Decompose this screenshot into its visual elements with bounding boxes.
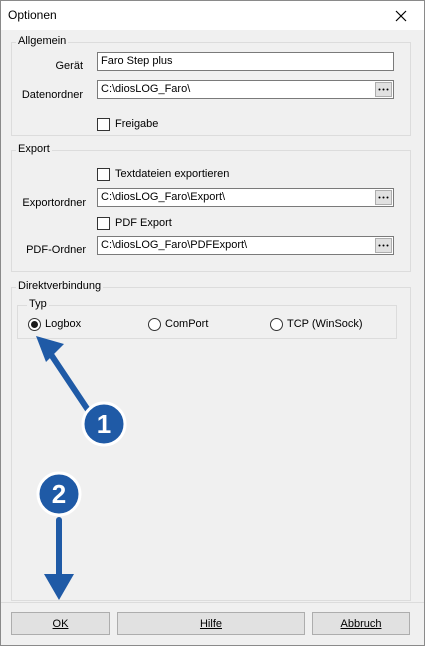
datenordner-label: Datenordner xyxy=(21,89,83,101)
exportordner-browse-button[interactable] xyxy=(375,190,392,205)
abbruch-button-label: Abbruch xyxy=(340,617,382,630)
radio-comport[interactable] xyxy=(148,318,161,331)
title-bar: Optionen xyxy=(1,1,424,30)
datenordner-input[interactable]: C:\diosLOG_Faro\ xyxy=(97,80,394,99)
group-typ-legend: Typ xyxy=(27,298,49,310)
hilfe-button-label: Hilfe xyxy=(199,617,222,630)
exportordner-input[interactable]: C:\diosLOG_Faro\Export\ xyxy=(97,188,394,207)
radio-logbox-label[interactable]: Logbox xyxy=(45,318,81,330)
freigabe-checkbox[interactable] xyxy=(97,118,110,131)
ellipsis-icon xyxy=(378,88,389,91)
textdateien-label[interactable]: Textdateien exportieren xyxy=(115,168,229,180)
radio-tcp-winsock[interactable] xyxy=(270,318,283,331)
ellipsis-icon xyxy=(378,196,389,199)
radio-comport-label[interactable]: ComPort xyxy=(165,318,208,330)
footer-separator xyxy=(1,602,424,603)
ellipsis-icon xyxy=(378,244,389,247)
radio-logbox[interactable] xyxy=(28,318,41,331)
group-direktverbindung-legend: Direktverbindung xyxy=(16,280,104,292)
datenordner-browse-button[interactable] xyxy=(375,82,392,97)
radio-tcp-winsock-label[interactable]: TCP (WinSock) xyxy=(287,318,363,330)
exportordner-label: Exportordner xyxy=(22,197,86,209)
ok-button[interactable]: OK xyxy=(11,612,110,635)
pdf-export-label[interactable]: PDF Export xyxy=(115,217,172,229)
textdateien-checkbox[interactable] xyxy=(97,168,110,181)
freigabe-label[interactable]: Freigabe xyxy=(115,118,158,130)
group-allgemein-legend: Allgemein xyxy=(16,35,69,47)
close-icon xyxy=(395,10,407,21)
window-title: Optionen xyxy=(8,8,57,22)
pdf-ordner-browse-button[interactable] xyxy=(375,238,392,253)
pdf-ordner-input[interactable]: C:\diosLOG_Faro\PDFExport\ xyxy=(97,236,394,255)
ok-button-label: OK xyxy=(52,617,69,630)
geraet-input[interactable]: Faro Step plus xyxy=(97,52,394,71)
group-export-legend: Export xyxy=(16,143,52,155)
pdf-ordner-label: PDF-Ordner xyxy=(26,244,86,256)
pdf-export-checkbox[interactable] xyxy=(97,217,110,230)
close-button[interactable] xyxy=(378,1,424,30)
abbruch-button[interactable]: Abbruch xyxy=(312,612,410,635)
geraet-label: Gerät xyxy=(55,60,83,72)
options-dialog: Optionen Allgemein Gerät Faro Step plus … xyxy=(0,0,425,646)
hilfe-button[interactable]: Hilfe xyxy=(117,612,305,635)
